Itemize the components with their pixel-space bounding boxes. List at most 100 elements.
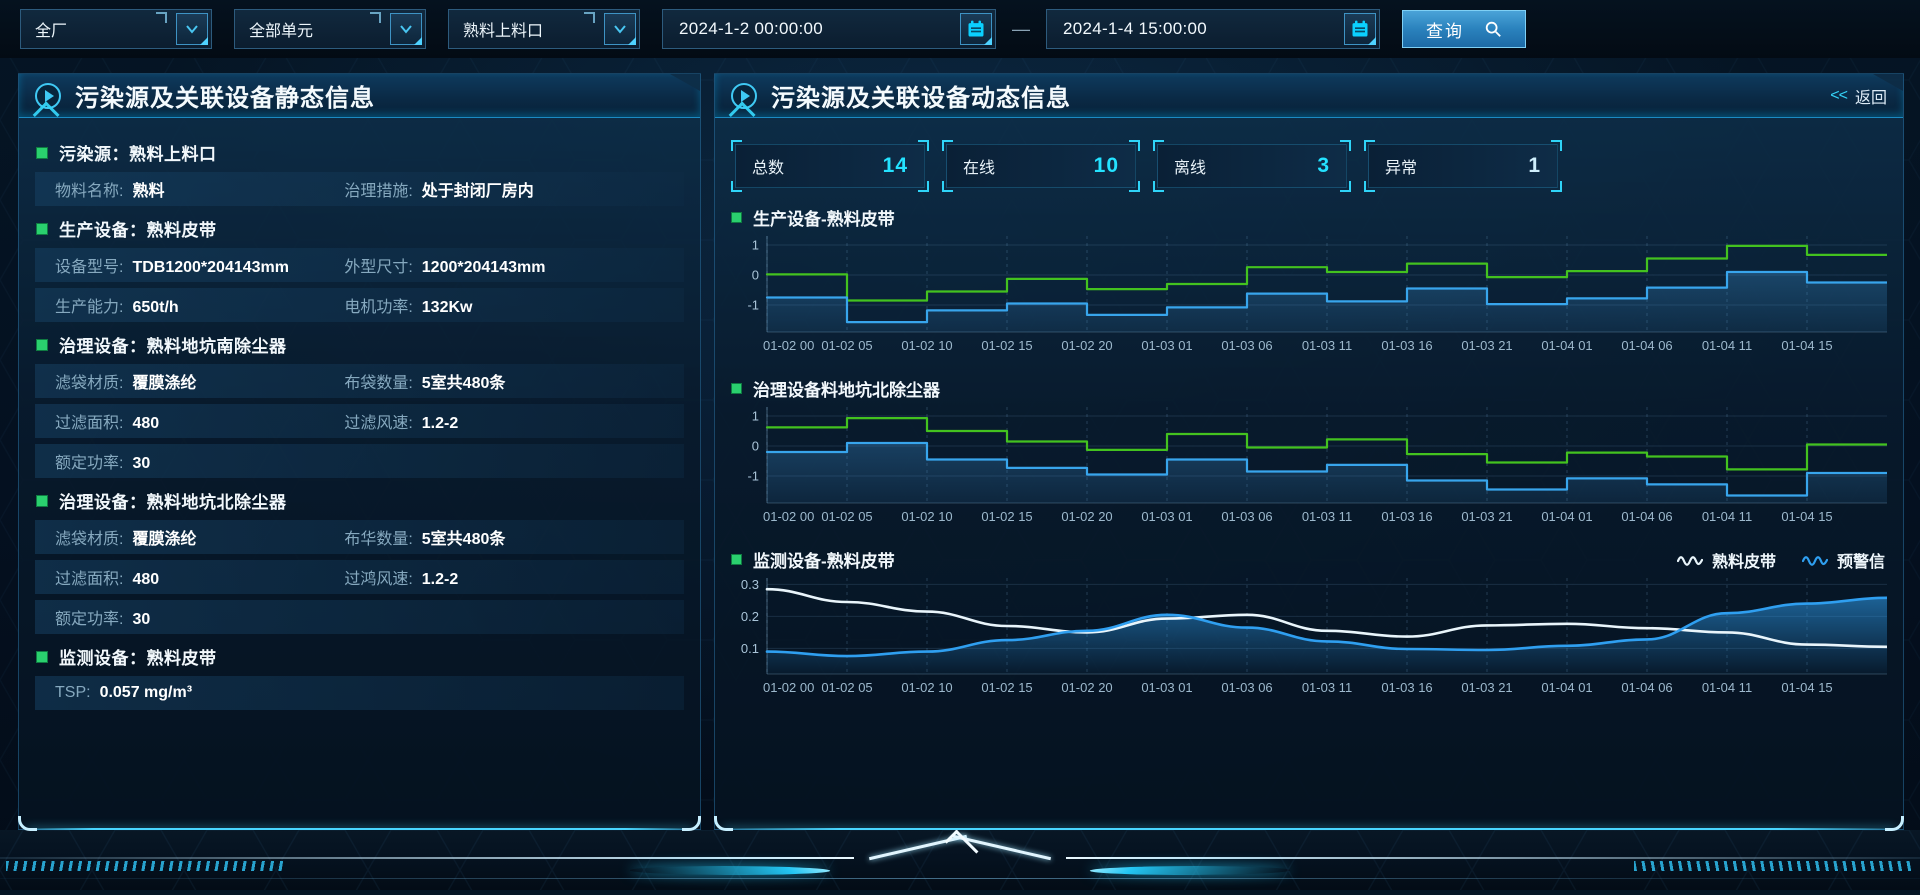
info-value: 480 [132, 571, 159, 589]
section-header-label: 生产设备：熟料皮带 [59, 216, 217, 241]
svg-text:01-04 15: 01-04 15 [1781, 509, 1832, 524]
info-label: 电机功率: [344, 293, 412, 317]
svg-text:01-02 05: 01-02 05 [821, 338, 872, 353]
panel-corner-decoration [1885, 816, 1904, 831]
svg-text:01-03 11: 01-03 11 [1302, 680, 1352, 695]
svg-text:01-02 05: 01-02 05 [821, 680, 872, 695]
static-info-panel: 污染源及关联设备静态信息 污染源：熟料上料口物料名称:熟料治理措施:处于封闭厂房… [18, 73, 701, 830]
unit-select-value: 全部单元 [249, 17, 313, 41]
device-stats-row: 总数14在线10离线3异常1 [731, 140, 1887, 192]
footer-hatch-left [6, 861, 286, 871]
svg-text:01-04 06: 01-04 06 [1621, 680, 1672, 695]
section-header-label: 治理设备：熟料地坑南除尘器 [59, 332, 287, 357]
info-value: 5室共480条 [422, 525, 506, 549]
start-datetime-input[interactable]: 2024-1-2 00:00:00 [662, 9, 996, 49]
chart-title-row: 治理设备料地坑北除尘器 [731, 376, 1887, 401]
stat-box-inner: 总数14 [735, 144, 925, 188]
end-datetime-value: 2024-1-4 15:00:00 [1063, 19, 1207, 39]
info-label: 物料名称: [55, 177, 123, 201]
calendar-icon[interactable] [1344, 13, 1376, 45]
footer-hatch-right [1634, 861, 1914, 871]
green-square-bullet [731, 212, 742, 223]
info-value: 30 [132, 611, 150, 629]
info-label: TSP: [55, 684, 91, 702]
info-label: 外型尺寸: [344, 253, 412, 277]
info-label: 布华数量: [344, 525, 412, 549]
info-pair: 生产能力: 650t/h [55, 293, 344, 317]
chart-title-row: 生产设备-熟料皮带 [731, 205, 1887, 230]
svg-text:01-02 10: 01-02 10 [901, 338, 952, 353]
svg-text:01-02 00: 01-02 00 [763, 338, 814, 353]
info-value: 0.057 mg/m³ [100, 684, 192, 702]
info-label: 治理措施: [344, 177, 412, 201]
info-value: 480 [132, 415, 159, 433]
info-label: 过滤面积: [55, 409, 123, 433]
info-pair: 物料名称:熟料 [55, 177, 344, 201]
unit-select[interactable]: 全部单元 [234, 9, 426, 49]
svg-text:01-03 06: 01-03 06 [1221, 338, 1272, 353]
stat-box-异常: 异常1 [1364, 140, 1562, 192]
svg-text:01-02 20: 01-02 20 [1061, 680, 1112, 695]
stat-label: 离线 [1174, 154, 1206, 178]
dynamic-panel-title: 污染源及关联设备动态信息 [771, 78, 1071, 113]
info-pair: 过滤风速:1.2-2 [344, 409, 458, 433]
back-button-label: 返回 [1855, 84, 1887, 108]
info-row: 额定功率:30 [35, 444, 684, 478]
chevron-down-icon[interactable] [176, 13, 208, 45]
section-header: 生产设备：熟料皮带 [36, 216, 684, 241]
info-pair: 额定功率:30 [55, 605, 344, 629]
stat-label: 在线 [963, 154, 995, 178]
chart-2-plot: 10-101-02 0001-02 0501-02 1001-02 1501-0… [731, 407, 1887, 529]
svg-text:01-02 00: 01-02 00 [763, 680, 814, 695]
svg-text:01-03 21: 01-03 21 [1461, 509, 1512, 524]
footer-line-left [0, 857, 854, 859]
chart-1-block: 生产设备-熟料皮带10-101-02 0001-02 0501-02 1001-… [731, 205, 1887, 363]
info-label: 生产能力: [55, 293, 123, 317]
svg-text:01-02 15: 01-02 15 [981, 509, 1032, 524]
svg-text:0: 0 [752, 268, 759, 283]
svg-text:01-03 06: 01-03 06 [1221, 680, 1272, 695]
end-datetime-input[interactable]: 2024-1-4 15:00:00 [1046, 9, 1380, 49]
svg-text:01-03 06: 01-03 06 [1221, 509, 1272, 524]
plant-select[interactable]: 全厂 [20, 9, 212, 49]
svg-text:01-04 01: 01-04 01 [1541, 338, 1592, 353]
svg-text:01-04 15: 01-04 15 [1781, 680, 1832, 695]
legend-item-熟料皮带[interactable]: 熟料皮带 [1677, 548, 1776, 572]
static-panel-title: 污染源及关联设备静态信息 [75, 78, 375, 113]
back-button[interactable]: << 返回 [1830, 84, 1887, 108]
info-value: 650t/h [132, 299, 178, 317]
pollution-source-select[interactable]: 熟料上料口 [448, 9, 640, 49]
query-button[interactable]: 查询 [1402, 10, 1526, 48]
green-square-bullet [36, 495, 48, 507]
svg-text:0.2: 0.2 [741, 609, 759, 624]
section-header-label: 治理设备：熟料地坑北除尘器 [59, 488, 287, 513]
chevron-down-icon[interactable] [390, 13, 422, 45]
info-pair: 设备型号:TDB1200*204143mm [55, 253, 344, 277]
info-label: 布袋数量: [344, 369, 412, 393]
svg-text:01-02 20: 01-02 20 [1061, 338, 1112, 353]
plant-select-value: 全厂 [35, 17, 67, 41]
chevron-down-icon[interactable] [604, 13, 636, 45]
legend-label: 预警信 [1837, 548, 1885, 572]
info-pair: 电机功率: 132Kw [344, 293, 472, 317]
stat-value: 14 [883, 154, 908, 178]
section-header-label: 监测设备：熟料皮带 [59, 644, 217, 669]
calendar-icon[interactable] [960, 13, 992, 45]
chart-title: 生产设备-熟料皮带 [753, 205, 895, 230]
info-row: 滤袋材质:覆膜涤纶布华数量:5室共480条 [35, 520, 684, 554]
pollution-source-select-value: 熟料上料口 [463, 17, 543, 41]
stat-box-inner: 异常1 [1368, 144, 1558, 188]
chart-title-row: 监测设备-熟料皮带 熟料皮带 预警信 [731, 547, 1887, 572]
info-value: 132Kw [422, 299, 473, 317]
info-row: TSP: 0.057 mg/m³ [35, 676, 684, 710]
query-button-label: 查询 [1426, 17, 1464, 42]
info-value: 1.2-2 [422, 415, 458, 433]
legend-item-预警信[interactable]: 预警信 [1802, 548, 1885, 572]
chart-title: 监测设备-熟料皮带 [753, 547, 895, 572]
info-row: 物料名称:熟料治理措施:处于封闭厂房内 [35, 172, 684, 206]
svg-text:01-02 15: 01-02 15 [981, 680, 1032, 695]
chart-1-plot: 10-101-02 0001-02 0501-02 1001-02 1501-0… [731, 236, 1887, 358]
stat-label: 异常 [1385, 154, 1417, 178]
stat-box-inner: 离线3 [1157, 144, 1347, 188]
info-label: 过滤面积: [55, 565, 123, 589]
